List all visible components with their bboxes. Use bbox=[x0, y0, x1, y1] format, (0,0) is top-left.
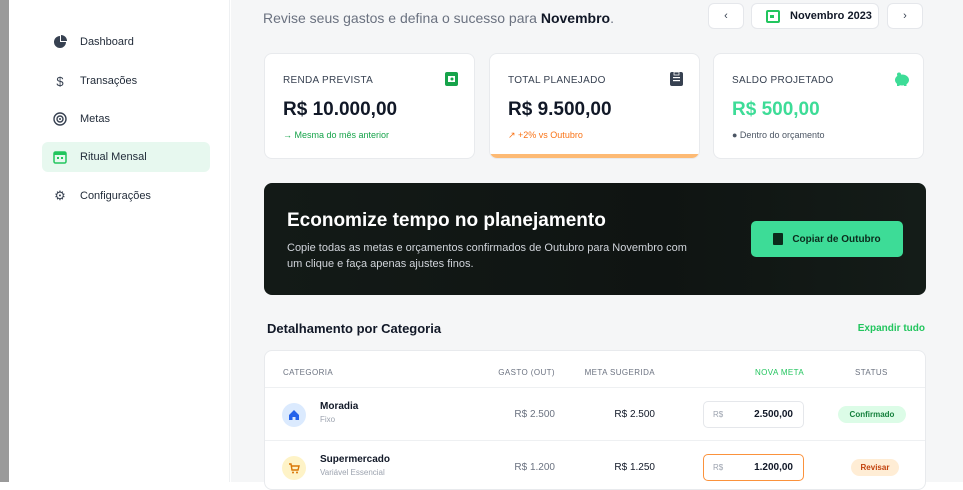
category-type: Variável Essencial bbox=[320, 468, 385, 477]
sidebar-item-label: Dashboard bbox=[80, 36, 134, 48]
section-title: Detalhamento por Categoria bbox=[267, 321, 442, 336]
currency-prefix: R$ bbox=[713, 410, 724, 419]
button-label: Copiar de Outubro bbox=[792, 233, 881, 245]
card-value: R$ 9.500,00 bbox=[508, 99, 612, 120]
clipboard-icon bbox=[670, 71, 683, 86]
card-note: ↗ +2% vs Outubro bbox=[508, 130, 583, 140]
next-month-button[interactable]: › bbox=[887, 3, 923, 29]
new-goal-input[interactable]: R$ 1.200,00 bbox=[703, 454, 804, 481]
currency-prefix: R$ bbox=[713, 463, 724, 472]
status-badge: Revisar bbox=[851, 459, 899, 476]
subtitle-text: Revise seus gastos e defina o sucesso pa… bbox=[263, 10, 541, 26]
suggested-value: R$ 1.250 bbox=[614, 462, 655, 473]
target-icon bbox=[52, 111, 68, 127]
sidebar-item-transacoes[interactable]: $ Transações bbox=[42, 66, 210, 96]
category-name: Supermercado bbox=[320, 454, 391, 465]
page-subtitle: Revise seus gastos e defina o sucesso pa… bbox=[263, 10, 614, 26]
input-value: 1.200,00 bbox=[754, 462, 793, 473]
card-label: SALDO PROJETADO bbox=[732, 75, 834, 86]
subtitle-month: Novembro bbox=[540, 10, 611, 26]
summary-card-saldo: SALDO PROJETADO R$ 500,00 ● Dentro do or… bbox=[713, 53, 924, 159]
table-row: Moradia Fixo R$ 2.500 R$ 2.500 R$ 2.500,… bbox=[265, 387, 925, 440]
card-value: R$ 500,00 bbox=[732, 99, 820, 120]
copy-from-october-button[interactable]: Copiar de Outubro bbox=[751, 221, 903, 257]
card-note: ● Dentro do orçamento bbox=[732, 130, 825, 140]
card-note: → Mesma do mês anterior bbox=[283, 130, 390, 140]
card-value: R$ 10.000,00 bbox=[283, 99, 398, 120]
sidebar-item-metas[interactable]: Metas bbox=[42, 104, 210, 134]
summary-card-renda: RENDA PREVISTA R$ 10.000,00 → Mesma do m… bbox=[264, 53, 475, 159]
category-table: CATEGORIA GASTO (OUT) META SUGERIDA NOVA… bbox=[264, 350, 926, 490]
expand-all-link[interactable]: Expandir tudo bbox=[858, 323, 925, 334]
home-icon bbox=[282, 403, 306, 427]
status-badge: Confirmado bbox=[838, 406, 906, 423]
sidebar-item-dashboard[interactable]: Dashboard bbox=[42, 27, 210, 57]
column-header: STATUS bbox=[855, 368, 888, 377]
subtitle-period: . bbox=[610, 10, 614, 26]
category-type: Fixo bbox=[320, 415, 336, 424]
window-edge bbox=[0, 0, 9, 482]
suggested-value: R$ 2.500 bbox=[614, 409, 655, 420]
sidebar-item-ritual-mensal[interactable]: Ritual Mensal bbox=[42, 142, 210, 172]
sidebar-item-configuracoes[interactable]: ⚙ Configurações bbox=[42, 181, 210, 211]
card-progress-bar bbox=[490, 154, 699, 158]
table-row: Supermercado Variável Essencial R$ 1.200… bbox=[265, 440, 925, 489]
column-header: CATEGORIA bbox=[283, 368, 334, 377]
promo-banner: Economize tempo no planejamento Copie to… bbox=[264, 183, 926, 295]
category-name: Moradia bbox=[320, 401, 359, 412]
piggy-bank-icon bbox=[894, 72, 909, 86]
column-header: NOVA META bbox=[755, 368, 805, 377]
column-header: GASTO (OUT) bbox=[498, 368, 555, 377]
sidebar-item-label: Ritual Mensal bbox=[80, 151, 147, 163]
calendar-icon bbox=[52, 149, 68, 165]
sidebar-item-label: Configurações bbox=[80, 190, 151, 202]
chevron-right-icon: › bbox=[903, 10, 907, 22]
wallet-icon bbox=[445, 72, 458, 86]
input-value: 2.500,00 bbox=[754, 409, 793, 420]
new-goal-input[interactable]: R$ 2.500,00 bbox=[703, 401, 804, 428]
spent-value: R$ 2.500 bbox=[514, 409, 555, 420]
chevron-left-icon: ‹ bbox=[724, 10, 728, 22]
prev-month-button[interactable]: ‹ bbox=[708, 3, 744, 29]
sidebar-item-label: Transações bbox=[80, 75, 138, 87]
banner-title: Economize tempo no planejamento bbox=[287, 210, 606, 231]
sidebar: Dashboard $ Transações Metas Ritual Mens… bbox=[9, 0, 230, 482]
copy-icon bbox=[773, 233, 784, 245]
card-label: RENDA PREVISTA bbox=[283, 75, 374, 86]
cart-icon bbox=[282, 456, 306, 480]
sidebar-item-label: Metas bbox=[80, 113, 110, 125]
pie-chart-icon bbox=[52, 34, 68, 50]
gear-icon: ⚙ bbox=[54, 188, 66, 203]
column-header: META SUGERIDA bbox=[584, 368, 655, 377]
banner-description: Copie todas as metas e orçamentos confir… bbox=[287, 242, 687, 270]
calendar-icon bbox=[766, 9, 780, 23]
card-label: TOTAL PLANEJADO bbox=[508, 75, 606, 86]
summary-card-planejado: TOTAL PLANEJADO R$ 9.500,00 ↗ +2% vs Out… bbox=[489, 53, 700, 159]
month-label: Novembro 2023 bbox=[790, 10, 872, 22]
main-content: Revise seus gastos e defina o sucesso pa… bbox=[231, 0, 963, 490]
dollar-icon: $ bbox=[56, 73, 64, 89]
spent-value: R$ 1.200 bbox=[514, 462, 555, 473]
month-selector[interactable]: Novembro 2023 bbox=[751, 3, 879, 29]
